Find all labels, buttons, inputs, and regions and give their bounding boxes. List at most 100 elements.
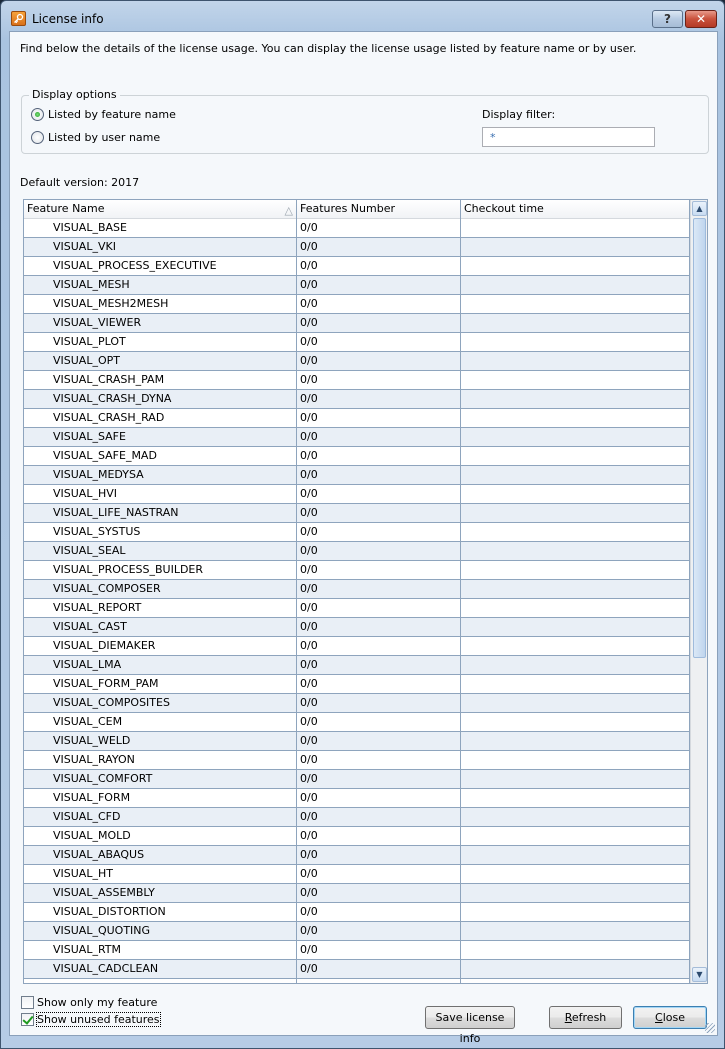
radio-label: Listed by feature name (48, 108, 176, 121)
scroll-down-button[interactable]: ▼ (692, 967, 707, 982)
radio-listed-by-user[interactable]: Listed by user name (31, 131, 160, 144)
table-row[interactable]: VISUAL_SAFE 0/0 (24, 428, 690, 447)
feature-name-cell: VISUAL_HT (24, 865, 297, 883)
table-row[interactable]: VISUAL_COMFORT 0/0 (24, 770, 690, 789)
intro-text: Find below the details of the license us… (20, 42, 637, 55)
checkout-time-cell (461, 846, 690, 864)
features-number-cell: 0/0 (297, 637, 461, 655)
table-row[interactable]: VISUAL_COMPOSER 0/0 (24, 580, 690, 599)
radio-button-selected[interactable] (31, 108, 44, 121)
checkout-time-cell (461, 257, 690, 275)
checkout-time-cell (461, 219, 690, 237)
features-number-cell: 0/0 (297, 428, 461, 446)
table-row[interactable]: VISUAL_ASSEMBLY 0/0 (24, 884, 690, 903)
table-row[interactable]: VISUAL_HT 0/0 (24, 865, 690, 884)
table-row[interactable]: VISUAL_PROCESS_BUILDER 0/0 (24, 561, 690, 580)
table-row[interactable]: VISUAL_VIEWER 0/0 (24, 314, 690, 333)
help-button[interactable]: ? (652, 10, 683, 28)
table-row[interactable]: VISUAL_PLOT 0/0 (24, 333, 690, 352)
feature-name-cell: VISUAL_CRASH_DYNA (24, 390, 297, 408)
feature-name-cell: VISUAL_MEDYSA (24, 466, 297, 484)
save-license-info-button[interactable]: Save license info (425, 1006, 515, 1045)
feature-name-cell: VISUAL_PROCESS_BUILDER (24, 561, 297, 579)
feature-name-cell: VISUAL_HVI (24, 485, 297, 503)
features-number-cell: 0/0 (297, 352, 461, 370)
checkout-time-cell (461, 523, 690, 541)
table-row[interactable]: VISUAL_CRASH_DYNA 0/0 (24, 390, 690, 409)
features-number-cell: 0/0 (297, 333, 461, 351)
features-number-cell: 0/0 (297, 751, 461, 769)
radio-label: Listed by user name (48, 131, 161, 144)
table-row[interactable]: VISUAL_CAST 0/0 (24, 618, 690, 637)
column-header-feature-name[interactable]: Feature Name △ (24, 200, 297, 219)
table-row[interactable]: VISUAL_CRASH_PAM 0/0 (24, 371, 690, 390)
table-row[interactable]: VISUAL_OPT 0/0 (24, 352, 690, 371)
column-header-checkout-time[interactable]: Checkout time (461, 200, 690, 219)
checkout-time-cell (461, 884, 690, 902)
checkout-time-cell (461, 694, 690, 712)
table-row[interactable]: VISUAL_COMPOSITES 0/0 (24, 694, 690, 713)
resize-grip-icon[interactable] (705, 1023, 715, 1033)
table-row[interactable]: VISUAL_ABAQUS 0/0 (24, 846, 690, 865)
table-row[interactable]: VISUAL_DISTORTION 0/0 (24, 903, 690, 922)
table-row[interactable]: VISUAL_REPORT 0/0 (24, 599, 690, 618)
checkout-time-cell (461, 504, 690, 522)
close-button[interactable]: Close (633, 1006, 707, 1029)
feature-name-cell: VISUAL_SYSTUS (24, 523, 297, 541)
checkout-time-cell (461, 979, 690, 983)
features-number-cell: 0/0 (297, 504, 461, 522)
table-row[interactable]: VISUAL_INTEROP0/0 (24, 979, 690, 983)
table-row[interactable]: VISUAL_CFD 0/0 (24, 808, 690, 827)
feature-name-cell: VISUAL_COMFORT (24, 770, 297, 788)
scrollbar-thumb[interactable] (693, 218, 706, 658)
table-row[interactable]: VISUAL_SYSTUS 0/0 (24, 523, 690, 542)
feature-name-cell: VISUAL_WELD (24, 732, 297, 750)
table-row[interactable]: VISUAL_QUOTING 0/0 (24, 922, 690, 941)
table-row[interactable]: VISUAL_MESH 0/0 (24, 276, 690, 295)
column-header-features-number[interactable]: Features Number (297, 200, 461, 219)
checkout-time-cell (461, 789, 690, 807)
display-filter-input[interactable] (482, 127, 655, 147)
table-row[interactable]: VISUAL_FORM 0/0 (24, 789, 690, 808)
scroll-up-button[interactable]: ▲ (692, 201, 707, 216)
table-row[interactable]: VISUAL_VKI 0/0 (24, 238, 690, 257)
table-row[interactable]: VISUAL_CADCLEAN 0/0 (24, 960, 690, 979)
checkbox[interactable] (21, 996, 34, 1009)
show-only-my-feature-checkbox[interactable]: Show only my feature (21, 996, 157, 1009)
table-row[interactable]: VISUAL_HVI 0/0 (24, 485, 690, 504)
features-number-cell: 0/0 (297, 846, 461, 864)
table-row[interactable]: VISUAL_MEDYSA 0/0 (24, 466, 690, 485)
feature-name-cell: VISUAL_CEM (24, 713, 297, 731)
table-row[interactable]: VISUAL_LMA 0/0 (24, 656, 690, 675)
table-row[interactable]: VISUAL_MESH2MESH 0/0 (24, 295, 690, 314)
table-row[interactable]: VISUAL_SAFE_MAD 0/0 (24, 447, 690, 466)
title-bar[interactable]: License info ? ✕ (1, 1, 724, 35)
table-row[interactable]: VISUAL_MOLD 0/0 (24, 827, 690, 846)
table-row[interactable]: VISUAL_DIEMAKER 0/0 (24, 637, 690, 656)
refresh-button[interactable]: Refresh (549, 1006, 622, 1029)
radio-listed-by-feature[interactable]: Listed by feature name (31, 108, 176, 121)
table-row[interactable]: VISUAL_SEAL 0/0 (24, 542, 690, 561)
window-title: License info (32, 12, 104, 26)
show-unused-features-checkbox[interactable]: Show unused features (21, 1012, 161, 1027)
table-row[interactable]: VISUAL_RAYON 0/0 (24, 751, 690, 770)
table-row[interactable]: VISUAL_PROCESS_EXECUTIVE 0/0 (24, 257, 690, 276)
table-row[interactable]: VISUAL_BASE 0/0 (24, 219, 690, 238)
features-number-cell: 0/0 (297, 485, 461, 503)
vertical-scrollbar[interactable]: ▲ ▼ (690, 200, 707, 983)
table-row[interactable]: VISUAL_RTM 0/0 (24, 941, 690, 960)
checkout-time-cell (461, 466, 690, 484)
features-number-cell: 0/0 (297, 295, 461, 313)
radio-button[interactable] (31, 131, 44, 144)
table-row[interactable]: VISUAL_WELD 0/0 (24, 732, 690, 751)
window-close-button[interactable]: ✕ (685, 10, 717, 28)
checkbox-checked[interactable] (21, 1013, 34, 1026)
table-row[interactable]: VISUAL_LIFE_NASTRAN 0/0 (24, 504, 690, 523)
checkout-time-cell (461, 675, 690, 693)
table-row[interactable]: VISUAL_CEM 0/0 (24, 713, 690, 732)
table-row[interactable]: VISUAL_CRASH_RAD 0/0 (24, 409, 690, 428)
table-row[interactable]: VISUAL_FORM_PAM 0/0 (24, 675, 690, 694)
checkbox-label: Show only my feature (37, 996, 158, 1009)
checkout-time-cell (461, 808, 690, 826)
checkout-time-cell (461, 656, 690, 674)
